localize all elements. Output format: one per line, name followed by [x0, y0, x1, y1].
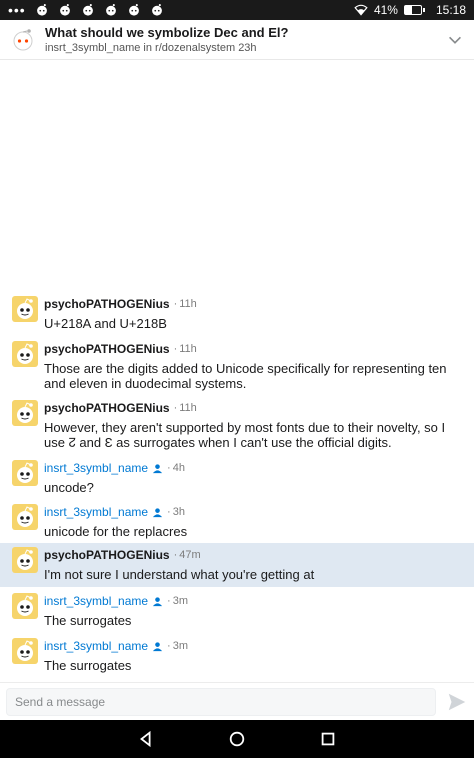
message-item[interactable]: insrt_3symbl_name · 3m The surrogates — [0, 638, 474, 678]
snoo-avatar-icon — [17, 549, 33, 570]
reddit-icon — [36, 4, 47, 16]
clock: 15:18 — [435, 3, 466, 17]
message-username[interactable]: insrt_3symbl_name — [44, 505, 148, 519]
wifi-icon — [354, 4, 368, 16]
separator-dot: · — [167, 506, 171, 518]
home-icon[interactable] — [228, 730, 246, 748]
chevron-down-icon[interactable] — [446, 31, 464, 49]
battery-percent: 41% — [373, 3, 398, 17]
message-text: unicode for the replacres — [44, 524, 188, 539]
message-username[interactable]: psychoPATHOGENius — [44, 548, 170, 562]
separator-dot: · — [173, 549, 178, 561]
notification-icons: ••• — [8, 3, 164, 17]
message-time: 11h — [179, 402, 197, 414]
chat-title: What should we symbolize Dec and El? — [45, 25, 289, 40]
message-input[interactable]: Send a message — [6, 687, 436, 716]
send-icon[interactable] — [446, 691, 468, 713]
snoo-avatar-icon — [17, 343, 33, 364]
user-icon — [152, 641, 163, 651]
message-username[interactable]: psychoPATHOGENius — [44, 401, 170, 415]
back-icon[interactable] — [137, 730, 155, 748]
message-username[interactable]: insrt_3symbl_name — [44, 594, 148, 608]
message-item[interactable]: psychoPATHOGENius · 11h U+218A and U+218B — [0, 296, 474, 336]
message-list[interactable]: psychoPATHOGENius · 11h U+218A and U+218B ps… — [0, 60, 474, 682]
separator-dot: · — [173, 298, 178, 310]
message-item[interactable]: insrt_3symbl_name · 4h uncode? — [0, 460, 474, 500]
message-text: I'm not sure I understand what you're ge… — [44, 567, 315, 582]
reddit-icon — [151, 4, 162, 16]
more-dots-icon: ••• — [8, 2, 26, 18]
avatar[interactable] — [12, 638, 38, 664]
snoo-avatar-icon — [17, 595, 33, 616]
avatar[interactable] — [12, 593, 38, 619]
message-time: 4h — [172, 462, 185, 474]
reddit-icon — [128, 4, 139, 16]
message-username[interactable]: psychoPATHOGENius — [44, 342, 170, 356]
avatar[interactable] — [12, 504, 38, 530]
avatar[interactable] — [12, 547, 38, 573]
user-icon — [152, 596, 163, 606]
message-time: 3h — [172, 506, 185, 518]
message-item[interactable]: psychoPATHOGENius · 11h However, they aren'… — [0, 400, 474, 458]
message-username[interactable]: psychoPATHOGENius — [44, 297, 170, 311]
message-time: 3m — [172, 595, 188, 607]
battery-icon — [403, 5, 425, 15]
message-item[interactable]: psychoPATHOGENius · 47m I'm not sure I unde… — [0, 543, 474, 587]
reddit-icon — [105, 4, 116, 16]
snoo-avatar-icon — [17, 462, 33, 483]
message-username[interactable]: insrt_3symbl_name — [44, 461, 148, 475]
message-time: 47m — [179, 549, 201, 561]
message-username[interactable]: insrt_3symbl_name — [44, 639, 148, 653]
avatar[interactable] — [12, 296, 38, 322]
message-text: U+218A and U+218B — [44, 316, 167, 331]
snoo-avatar-icon — [17, 640, 33, 661]
separator-dot: · — [167, 640, 171, 652]
message-time: 11h — [179, 343, 197, 355]
avatar[interactable] — [12, 341, 38, 367]
snoo-avatar-icon — [13, 28, 33, 50]
avatar[interactable] — [12, 400, 38, 426]
chat-subtitle: insrt_3symbl_name in r/dozenalsystem 23h — [45, 42, 257, 54]
user-icon — [152, 507, 163, 517]
android-nav-bar — [0, 720, 474, 758]
chat-header[interactable]: What should we symbolize Dec and El? ins… — [0, 20, 474, 60]
separator-dot: · — [173, 343, 178, 355]
recents-icon[interactable] — [319, 730, 337, 748]
message-item[interactable]: psychoPATHOGENius · 11h Those are the digit… — [0, 341, 474, 399]
message-time: 11h — [179, 298, 197, 310]
status-bar: ••• 41% 15:18 — [0, 0, 474, 20]
snoo-avatar-icon — [17, 506, 33, 527]
message-text: uncode? — [44, 480, 94, 495]
message-time: 3m — [172, 640, 188, 652]
message-item[interactable]: insrt_3symbl_name · 3m The surrogates — [0, 593, 474, 633]
reddit-icon — [82, 4, 93, 16]
snoo-avatar-icon — [17, 298, 33, 319]
separator-dot: · — [167, 595, 171, 607]
message-text: The surrogates — [44, 658, 132, 673]
separator-dot: · — [167, 462, 171, 474]
message-item[interactable]: insrt_3symbl_name · 3h unicode for the repl… — [0, 504, 474, 544]
message-text: However, they aren't supported by most f… — [44, 420, 446, 450]
message-text: The surrogates — [44, 613, 132, 628]
message-text: Those are the digits added to Unicode sp… — [44, 361, 447, 391]
user-icon — [152, 463, 163, 473]
separator-dot: · — [173, 402, 178, 414]
reddit-icon — [59, 4, 70, 16]
message-composer: Send a message — [0, 682, 474, 720]
avatar[interactable] — [12, 460, 38, 486]
snoo-avatar-icon — [17, 402, 33, 423]
